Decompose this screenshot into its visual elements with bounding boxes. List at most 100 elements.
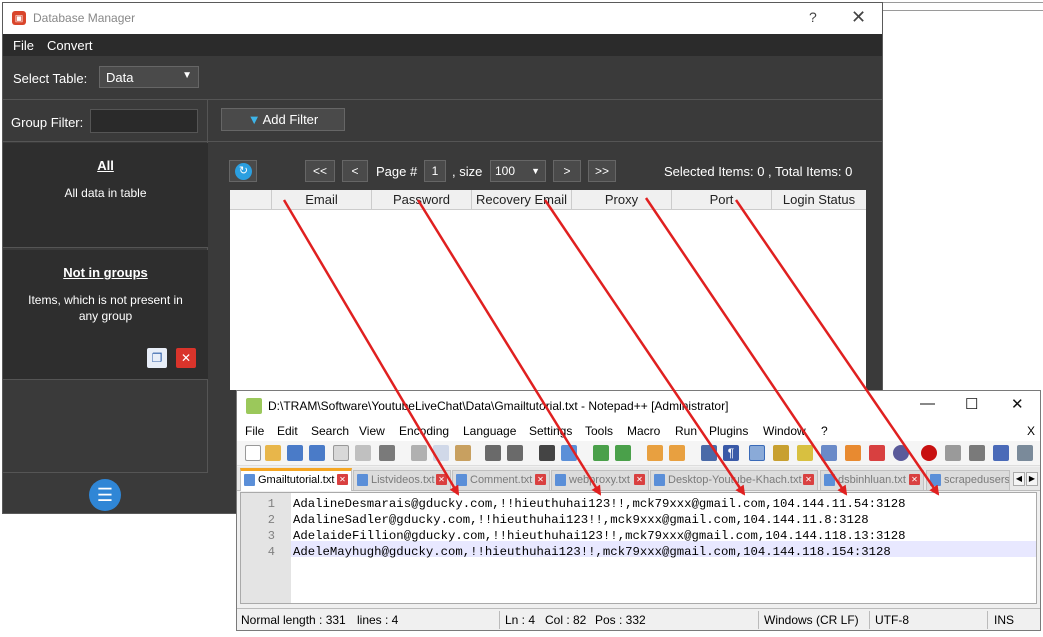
column-header[interactable] — [230, 190, 272, 210]
last-page-button[interactable]: >> — [588, 160, 616, 182]
open-file-icon[interactable] — [265, 445, 281, 461]
record-macro-icon[interactable] — [921, 445, 937, 461]
tab-webproxy[interactable]: webproxy.txt ✕ — [551, 470, 649, 490]
tab-comment[interactable]: Comment.txt ✕ — [452, 470, 550, 490]
redo-icon[interactable] — [507, 445, 523, 461]
close-icon[interactable]: ✕ — [1011, 395, 1024, 413]
item-counts: Selected Items: 0 , Total Items: 0 — [664, 164, 853, 179]
tab-label: Desktop-Youtube-Khach.txt — [668, 474, 802, 486]
undo-icon[interactable] — [485, 445, 501, 461]
sync-horizontal-icon[interactable] — [669, 445, 685, 461]
npp-menu-window[interactable]: Window — [763, 424, 806, 438]
word-wrap-icon[interactable] — [701, 445, 717, 461]
folder-workspace-icon[interactable] — [845, 445, 861, 461]
sidebar-bottom-bar: ☰ — [3, 472, 208, 513]
list-icon[interactable]: ☰ — [89, 479, 121, 511]
zoom-out-icon[interactable] — [615, 445, 631, 461]
user-language-icon[interactable] — [773, 445, 789, 461]
npp-menu-search[interactable]: Search — [311, 424, 349, 438]
paste-icon[interactable] — [455, 445, 471, 461]
close-file-icon[interactable] — [333, 445, 349, 461]
app-icon: ▣ — [12, 11, 26, 25]
npp-menu-edit[interactable]: Edit — [277, 424, 298, 438]
npp-menu-help[interactable]: ? — [821, 424, 828, 438]
play-macro-icon[interactable] — [969, 445, 985, 461]
menu-file[interactable]: File — [13, 38, 34, 53]
monitoring-icon[interactable] — [893, 445, 909, 461]
delete-icon[interactable]: ✕ — [176, 348, 196, 368]
column-header-recovery-email[interactable]: Recovery Email — [472, 190, 572, 210]
save-all-icon[interactable] — [309, 445, 325, 461]
group-not-in-groups[interactable]: Not in groups Items, which is not presen… — [3, 250, 208, 380]
print-icon[interactable] — [379, 445, 395, 461]
select-table-dropdown[interactable]: Data ▼ — [99, 66, 199, 88]
tab-scrapedusers[interactable]: scrapedusers — [926, 470, 1010, 490]
cut-icon[interactable] — [411, 445, 427, 461]
show-all-chars-icon[interactable]: ¶ — [723, 445, 739, 461]
indent-guide-icon[interactable] — [749, 445, 765, 461]
tab-scroll-left-icon[interactable]: ◀ — [1013, 472, 1025, 486]
npp-menu-view[interactable]: View — [359, 424, 385, 438]
minimize-icon[interactable]: — — [920, 395, 935, 412]
close-icon[interactable]: ✕ — [851, 7, 866, 28]
tab-gmailtutorial[interactable]: Gmailtutorial.txt ✕ — [240, 468, 352, 491]
npp-menu-plugins[interactable]: Plugins — [709, 424, 748, 438]
group-all[interactable]: All All data in table — [3, 143, 208, 248]
column-header-port[interactable]: Port — [672, 190, 772, 210]
group-filter-input[interactable] — [90, 109, 198, 133]
tab-close-icon[interactable]: ✕ — [436, 474, 447, 485]
npp-menu-run[interactable]: Run — [675, 424, 697, 438]
tab-scroll-right-icon[interactable]: ▶ — [1026, 472, 1038, 486]
npp-menu-macro[interactable]: Macro — [627, 424, 660, 438]
stop-macro-icon[interactable] — [945, 445, 961, 461]
tab-close-icon[interactable]: ✕ — [634, 474, 645, 485]
column-header-login-status[interactable]: Login Status — [772, 190, 866, 210]
doc-map-icon[interactable] — [797, 445, 813, 461]
tab-dsbinhluan[interactable]: dsbinhluan.txt ✕ — [820, 470, 924, 490]
text-editor[interactable]: 1 2 3 4 AdalineDesmarais@gducky.com,!!hi… — [240, 492, 1037, 604]
copy-icon[interactable] — [433, 445, 449, 461]
status-pos: Pos : 332 — [595, 613, 646, 627]
sync-vertical-icon[interactable] — [647, 445, 663, 461]
saved-file-icon — [244, 474, 255, 486]
npp-menu-language[interactable]: Language — [463, 424, 516, 438]
add-filter-button[interactable]: ▼ Add Filter — [221, 108, 345, 131]
page-input[interactable]: 1 — [424, 160, 446, 182]
prev-page-button[interactable]: < — [342, 160, 368, 182]
line-number-gutter: 1 2 3 4 — [241, 493, 291, 603]
npp-menu-close[interactable]: X — [1027, 424, 1035, 438]
npp-menu-tools[interactable]: Tools — [585, 424, 613, 438]
help-button[interactable]: ? — [809, 9, 817, 25]
save-icon[interactable] — [287, 445, 303, 461]
data-grid[interactable]: Email Password Recovery Email Proxy Port… — [230, 190, 866, 390]
column-header-proxy[interactable]: Proxy — [572, 190, 672, 210]
function-list-icon[interactable] — [821, 445, 837, 461]
run-macro-multiple-icon[interactable] — [993, 445, 1009, 461]
tab-close-icon[interactable]: ✕ — [337, 474, 348, 485]
refresh-button[interactable]: ↻ — [229, 160, 257, 182]
doc-list-icon[interactable] — [869, 445, 885, 461]
tab-desktop-youtube-khach[interactable]: Desktop-Youtube-Khach.txt ✕ — [650, 470, 818, 490]
tab-close-icon[interactable]: ✕ — [909, 474, 920, 485]
first-page-button[interactable]: << — [305, 160, 335, 182]
maximize-icon[interactable]: ☐ — [965, 395, 978, 413]
replace-icon[interactable] — [561, 445, 577, 461]
size-dropdown[interactable]: 100 ▼ — [490, 160, 546, 182]
find-icon[interactable] — [539, 445, 555, 461]
column-header-email[interactable]: Email — [272, 190, 372, 210]
close-all-icon[interactable] — [355, 445, 371, 461]
menu-convert[interactable]: Convert — [47, 38, 93, 53]
tab-close-icon[interactable]: ✕ — [803, 474, 814, 485]
column-header-password[interactable]: Password — [372, 190, 472, 210]
select-table-bar: Select Table: Data ▼ — [3, 56, 882, 100]
npp-menu-settings[interactable]: Settings — [529, 424, 572, 438]
npp-menu-encoding[interactable]: Encoding — [399, 424, 449, 438]
new-file-icon[interactable] — [245, 445, 261, 461]
tab-listvideos[interactable]: Listvideos.txt ✕ — [353, 470, 451, 490]
copy-icon[interactable]: ❐ — [147, 348, 167, 368]
save-macro-icon[interactable] — [1017, 445, 1033, 461]
zoom-in-icon[interactable] — [593, 445, 609, 461]
next-page-button[interactable]: > — [553, 160, 581, 182]
npp-menu-file[interactable]: File — [245, 424, 264, 438]
tab-close-icon[interactable]: ✕ — [535, 474, 546, 485]
